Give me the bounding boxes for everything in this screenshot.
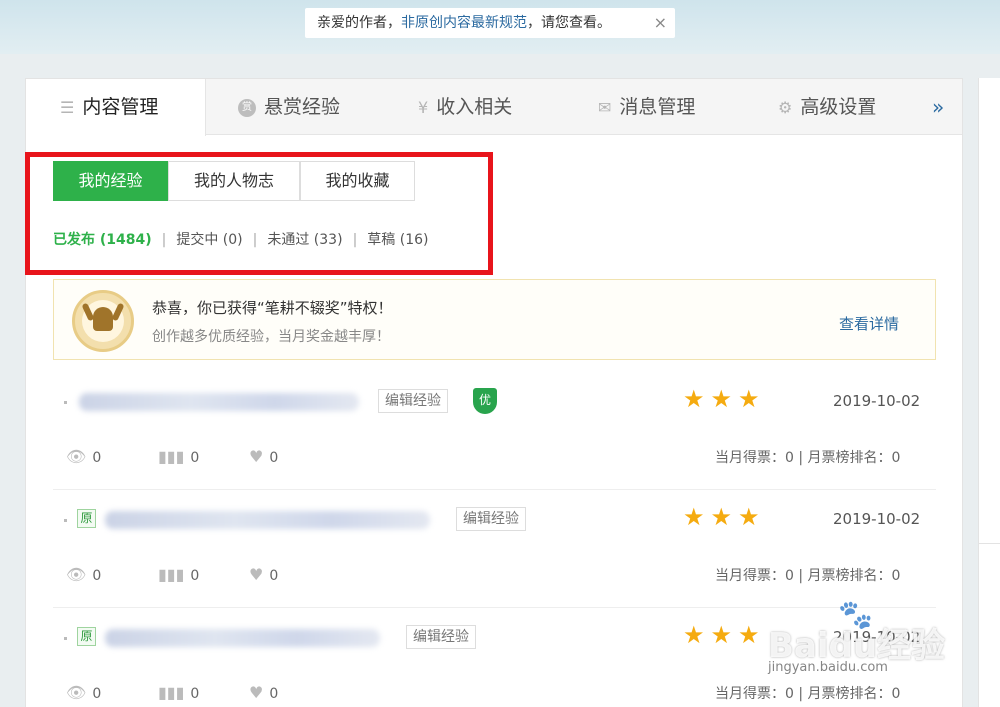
publish-date: 2019-10-02 — [833, 510, 921, 528]
likes-stat: ♥ 0 — [249, 447, 278, 466]
list-item: 原 编辑经验 ★★★ 2019-10-02 👁 0 ▮▮▮ 0 ♥ 0 当月得票：0 … — [53, 608, 936, 707]
main-tabs: ☰ 内容管理 赏悬赏经验 ¥ 收入相关 ✉ 消息管理 ⚙ 高级设置 » — [26, 79, 962, 136]
notice-link[interactable]: 非原创内容最新规范 — [401, 15, 527, 31]
tab-settings[interactable]: ⚙ 高级设置 — [778, 79, 876, 135]
publish-date: 2019-10-02 — [833, 392, 921, 410]
mail-icon: ✉ — [598, 97, 612, 117]
star-rating: ★★★ — [683, 503, 766, 531]
notice-bar: 亲爱的作者，非原创内容最新规范，请您查看。 × — [305, 8, 675, 38]
notice-suffix: ，请您查看。 — [527, 15, 611, 31]
heart-icon: ♥ — [249, 447, 264, 466]
edit-experience-button[interactable]: 编辑经验 — [406, 625, 476, 649]
view-details-link[interactable]: 查看详情 — [839, 313, 899, 334]
tab-label: 消息管理 — [619, 96, 696, 118]
close-icon[interactable]: × — [654, 8, 667, 38]
bar-chart-icon: ▮▮▮ — [158, 447, 185, 466]
tab-content-management[interactable]: ☰ 内容管理 — [26, 79, 206, 136]
votes-count: 0 — [190, 686, 200, 702]
votes-stat: ▮▮▮ 0 — [158, 565, 199, 584]
views-stat: 👁 0 — [66, 565, 101, 584]
likes-count: 0 — [269, 568, 279, 584]
bullet — [64, 519, 67, 522]
star-rating: ★★★ — [683, 621, 766, 649]
privilege-banner: 恭喜，你已获得“笔耕不辍奖”特权！ 创作越多优质经验，当月奖金越丰厚！ 查看详情 — [53, 279, 936, 360]
yen-icon: ¥ — [418, 97, 429, 117]
views-stat: 👁 0 — [66, 447, 101, 466]
eye-icon: 👁 — [66, 683, 87, 702]
list-icon: ☰ — [60, 97, 75, 117]
publish-date: 2019-10-02 — [833, 628, 921, 646]
monthly-votes: 当月得票：0 | 月票榜排名：0 — [715, 568, 901, 584]
promo-title: 恭喜，你已获得“笔耕不辍奖”特权！ — [152, 299, 393, 317]
original-badge: 原 — [77, 627, 96, 646]
eye-icon: 👁 — [66, 565, 87, 584]
bar-chart-icon: ▮▮▮ — [158, 565, 185, 584]
star-rating: ★★★ — [683, 385, 766, 413]
monthly-votes: 当月得票：0 | 月票榜排名：0 — [715, 686, 901, 702]
votes-count: 0 — [190, 568, 200, 584]
tab-label: 高级设置 — [800, 96, 877, 118]
blurred-title[interactable] — [105, 511, 430, 529]
gear-icon: ⚙ — [778, 97, 793, 117]
promo-subtitle: 创作越多优质经验，当月奖金越丰厚！ — [152, 329, 390, 345]
likes-count: 0 — [269, 686, 279, 702]
tab-label: 收入相关 — [436, 96, 513, 118]
likes-count: 0 — [269, 450, 279, 466]
views-count: 0 — [92, 568, 102, 584]
right-sidebar-edge — [978, 78, 1000, 707]
tab-income[interactable]: ¥ 收入相关 — [418, 79, 512, 135]
edit-experience-button[interactable]: 编辑经验 — [456, 507, 526, 531]
views-count: 0 — [92, 686, 102, 702]
votes-stat: ▮▮▮ 0 — [158, 447, 199, 466]
list-item: 编辑经验 优 ★★★ 2019-10-02 👁 0 ▮▮▮ 0 ♥ 0 当月得票：0 … — [53, 372, 936, 490]
reward-coin-icon: 赏 — [238, 98, 256, 117]
tab-label: 内容管理 — [82, 96, 159, 118]
blurred-title[interactable] — [79, 393, 359, 411]
tab-reward[interactable]: 赏悬赏经验 — [238, 79, 340, 135]
heart-icon: ♥ — [249, 565, 264, 584]
likes-stat: ♥ 0 — [249, 565, 278, 584]
blurred-title[interactable] — [105, 629, 380, 647]
bullet — [64, 401, 67, 404]
tab-label: 悬赏经验 — [264, 96, 341, 118]
more-tabs-icon[interactable]: » — [932, 79, 944, 135]
votes-count: 0 — [190, 450, 200, 466]
bullet — [64, 637, 67, 640]
monthly-votes: 当月得票：0 | 月票榜排名：0 — [715, 450, 901, 466]
original-badge: 原 — [77, 509, 96, 528]
notice-prefix: 亲爱的作者， — [317, 15, 401, 31]
eye-icon: 👁 — [66, 447, 87, 466]
views-stat: 👁 0 — [66, 683, 101, 702]
highlight-annotation-box — [25, 152, 493, 275]
votes-stat: ▮▮▮ 0 — [158, 683, 199, 702]
list-item: 原 编辑经验 ★★★ 2019-10-02 👁 0 ▮▮▮ 0 ♥ 0 当月得票：0 … — [53, 490, 936, 608]
trophy-medal-icon — [72, 290, 134, 352]
quality-shield-icon: 优 — [473, 388, 497, 414]
tab-messages[interactable]: ✉ 消息管理 — [598, 79, 695, 135]
views-count: 0 — [92, 450, 102, 466]
notice-band: 亲爱的作者，非原创内容最新规范，请您查看。 × — [0, 0, 1000, 54]
edit-experience-button[interactable]: 编辑经验 — [378, 389, 448, 413]
heart-icon: ♥ — [249, 683, 264, 702]
bar-chart-icon: ▮▮▮ — [158, 683, 185, 702]
likes-stat: ♥ 0 — [249, 683, 278, 702]
